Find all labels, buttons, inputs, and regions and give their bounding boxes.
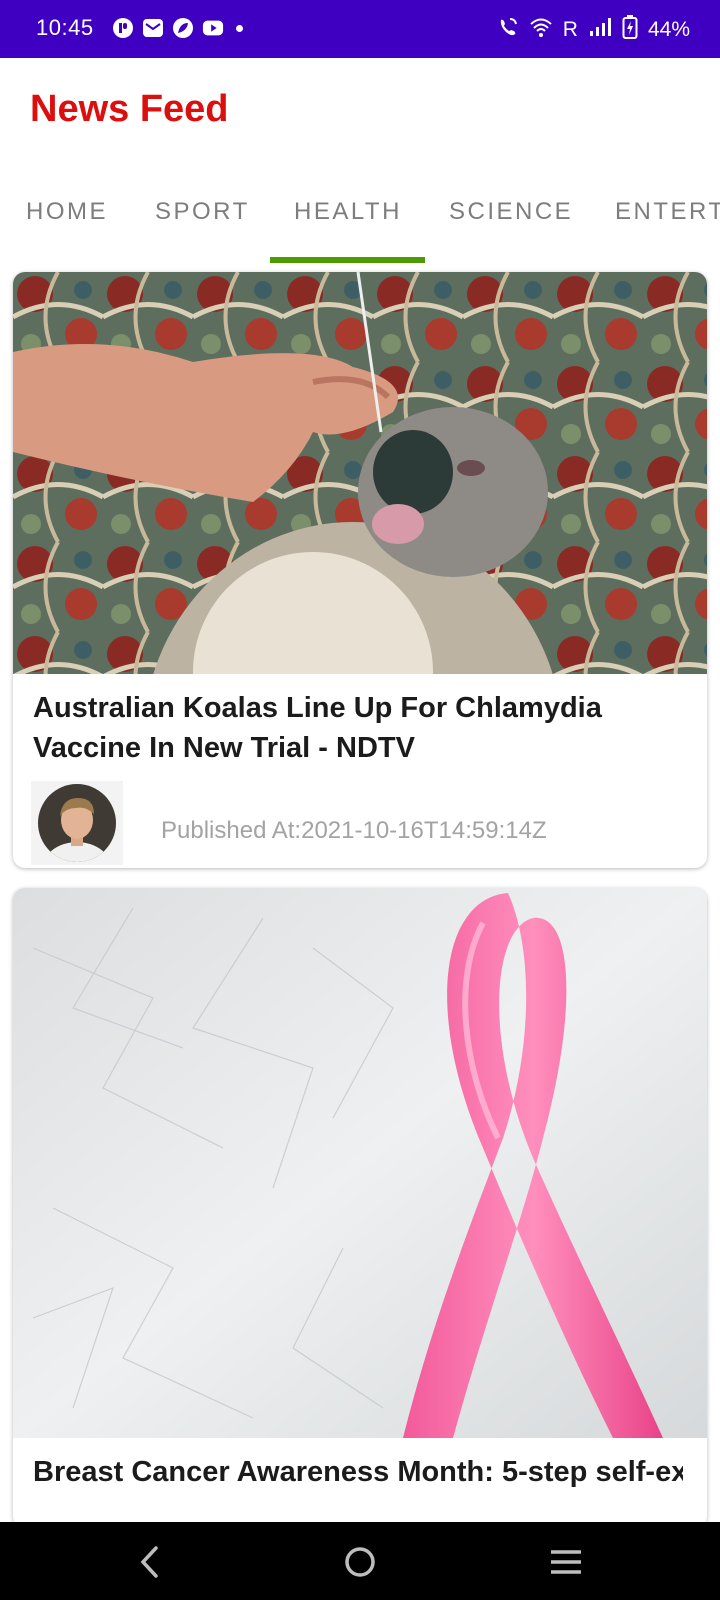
article-image-koala[interactable] (13, 272, 707, 674)
avatar (38, 784, 116, 862)
back-icon[interactable] (129, 1540, 173, 1584)
signal-icon (588, 16, 612, 44)
wifi-icon (529, 16, 553, 44)
tab-entertainment[interactable]: ENTERT (615, 198, 720, 226)
tab-science[interactable]: SCIENCE (449, 198, 573, 226)
youtube-icon (202, 17, 224, 39)
tab-health[interactable]: HEALTH (294, 198, 402, 226)
app-title: News Feed (30, 88, 229, 130)
navigation-bar (0, 1522, 720, 1600)
battery-icon (622, 15, 638, 45)
notification-icons (112, 17, 243, 39)
dot-icon (236, 24, 243, 32)
carrier-indicator: R (562, 18, 578, 41)
tab-indicator (270, 257, 425, 263)
status-bar: 10:45 R 44% (0, 0, 720, 58)
author-avatar-frame (31, 781, 123, 865)
recents-icon[interactable] (544, 1540, 588, 1584)
status-time: 10:45 (36, 15, 94, 40)
tab-sport[interactable]: SPORT (155, 198, 250, 226)
mail-icon (142, 17, 164, 39)
leaf-icon (172, 17, 194, 39)
tab-home[interactable]: HOME (26, 198, 108, 226)
article-title[interactable]: Breast Cancer Awareness Month: 5-step se… (33, 1452, 683, 1492)
home-icon[interactable] (338, 1540, 382, 1584)
published-date: Published At:2021-10-16T14:59:14Z (161, 817, 547, 844)
article-card[interactable]: Australian Koalas Line Up For Chlamydia … (13, 272, 707, 868)
battery-percentage: 44% (647, 18, 690, 41)
system-icons: R 44% (497, 15, 690, 45)
category-tabs: HOME SPORT HEALTH SCIENCE ENTERT (0, 186, 720, 266)
app-icon (112, 17, 134, 39)
article-image-pink-ribbon[interactable] (13, 888, 707, 1438)
article-card[interactable]: Breast Cancer Awareness Month: 5-step se… (13, 888, 707, 1528)
article-title[interactable]: Australian Koalas Line Up For Chlamydia … (33, 688, 683, 768)
wifi-call-icon (497, 16, 519, 44)
